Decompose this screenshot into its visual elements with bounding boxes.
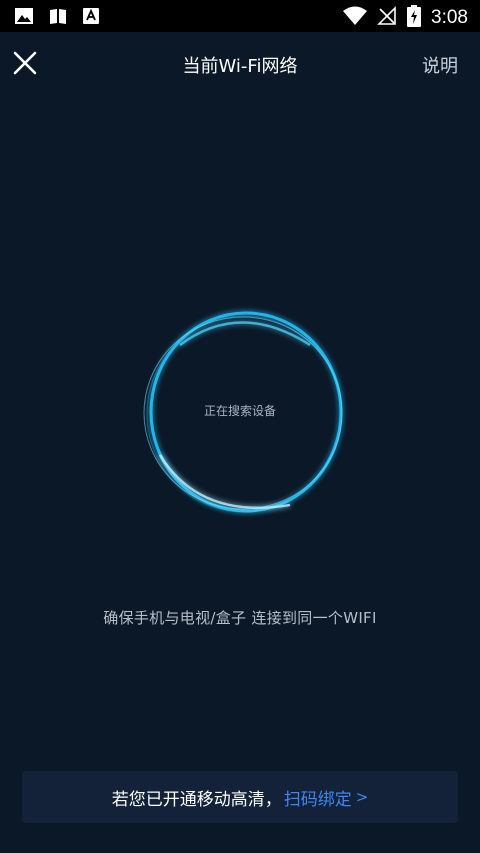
status-bar: 3:08 (0, 0, 480, 32)
bind-banner-prefix: 若您已开通移动高清， (111, 789, 282, 810)
help-button[interactable]: 说明 (422, 52, 458, 78)
font-download-icon (82, 7, 100, 29)
close-button[interactable] (12, 50, 38, 76)
chevron-right-icon: > (355, 788, 369, 806)
no-signal-icon (377, 6, 397, 30)
page-title: 当前Wi-Fi网络 (182, 56, 298, 77)
wifi-icon (343, 6, 368, 30)
close-icon (13, 51, 37, 75)
status-time: 3:08 (431, 7, 468, 28)
search-status-text: 正在搜索设备 (203, 404, 276, 418)
scan-bind-link[interactable]: 扫码绑定 (284, 785, 352, 810)
app-header: 当前Wi-Fi网络 说明 (0, 32, 480, 96)
bind-banner[interactable]: 若您已开通移动高清， 扫码绑定 > (22, 771, 458, 823)
battery-charging-icon (407, 5, 422, 31)
image-icon (14, 7, 34, 29)
wifi-hint-text: 确保手机与电视/盒子 连接到同一个WIFI (103, 609, 377, 627)
book-icon (48, 7, 68, 29)
